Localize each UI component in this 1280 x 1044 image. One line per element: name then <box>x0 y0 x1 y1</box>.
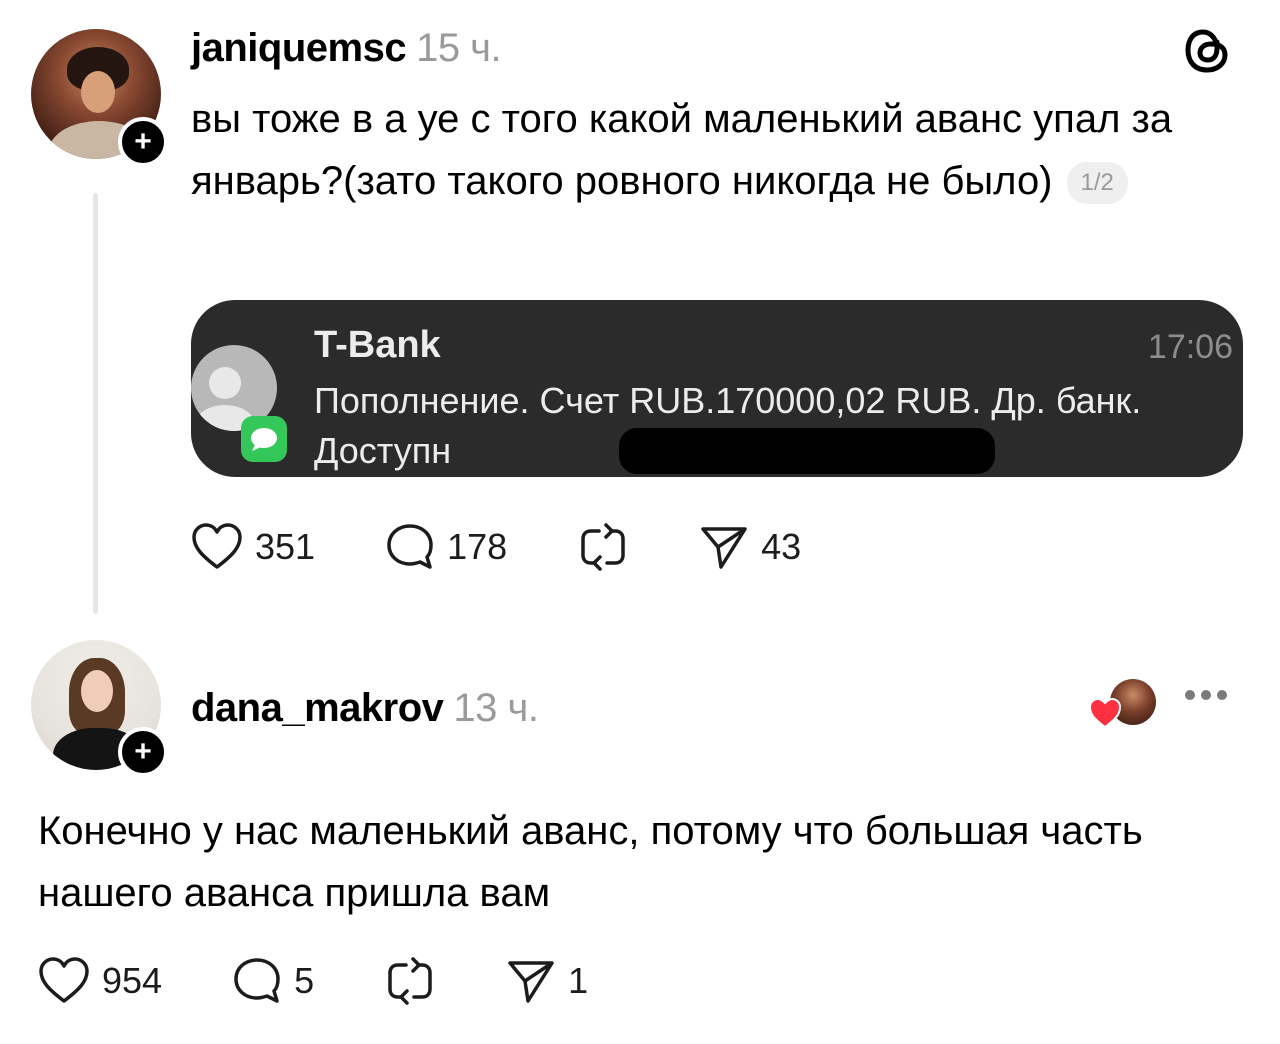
reply-count: 178 <box>447 526 508 567</box>
author-username[interactable]: janiquemsc <box>191 26 407 70</box>
redaction-scribble <box>619 428 995 474</box>
like-count: 351 <box>255 526 316 567</box>
heart-outline-icon <box>192 523 242 569</box>
notification-time: 17:06 <box>1147 328 1233 366</box>
post-author-header: janiquemsc 15 ч. <box>191 26 502 71</box>
like-count: 954 <box>102 960 163 1001</box>
paper-plane-icon <box>508 961 554 1003</box>
repost-button[interactable] <box>384 957 436 1005</box>
speech-bubble-icon <box>234 958 280 1003</box>
reply-action-bar: 954 5 1 <box>38 956 658 1006</box>
follow-plus-button[interactable]: + <box>118 117 168 167</box>
repost-icon <box>581 523 625 571</box>
reply-count: 5 <box>294 960 315 1001</box>
heart-outline-icon <box>39 957 89 1003</box>
repost-icon <box>388 957 432 1005</box>
page-indicator: 1/2 <box>1066 162 1128 205</box>
post-text: вы тоже в а уе с того какой маленький ав… <box>191 88 1251 212</box>
like-button[interactable]: 351 <box>191 523 315 571</box>
liked-by-author-indicator <box>1088 679 1158 729</box>
notification-sender: T-Bank <box>314 324 441 366</box>
thread-connector-line <box>93 193 98 614</box>
share-count: 1 <box>568 960 589 1001</box>
follow-plus-button[interactable]: + <box>118 727 168 777</box>
share-count: 43 <box>761 526 802 567</box>
post-text-body: вы тоже в а уе с того какой маленький ав… <box>191 97 1173 203</box>
comment-button[interactable]: 5 <box>232 956 314 1006</box>
avatar-face <box>81 670 113 712</box>
avatar-face <box>81 71 115 113</box>
threads-logo-icon[interactable] <box>1183 24 1231 81</box>
messages-app-icon <box>241 416 287 462</box>
reply-author-header: dana_makrov 13 ч. <box>191 686 539 731</box>
post-action-bar: 351 178 43 <box>191 522 871 572</box>
share-button[interactable]: 1 <box>506 957 588 1005</box>
paper-plane-icon <box>701 527 747 569</box>
more-options-icon[interactable] <box>1185 690 1233 700</box>
red-heart-icon <box>1088 697 1122 729</box>
post-time: 15 ч. <box>416 26 502 70</box>
reply-time: 13 ч. <box>453 686 539 730</box>
speech-bubble-icon <box>387 524 433 569</box>
reply-username[interactable]: dana_makrov <box>191 686 444 730</box>
repost-button[interactable] <box>577 523 629 571</box>
like-button[interactable]: 954 <box>38 957 162 1005</box>
post-image-notification[interactable]: T-Bank 17:06 Пополнение. Счет RUB.170000… <box>191 300 1243 477</box>
comment-button[interactable]: 178 <box>385 522 507 572</box>
reply-text: Конечно у нас маленький аванс, потому чт… <box>38 809 1143 915</box>
share-button[interactable]: 43 <box>699 523 801 571</box>
